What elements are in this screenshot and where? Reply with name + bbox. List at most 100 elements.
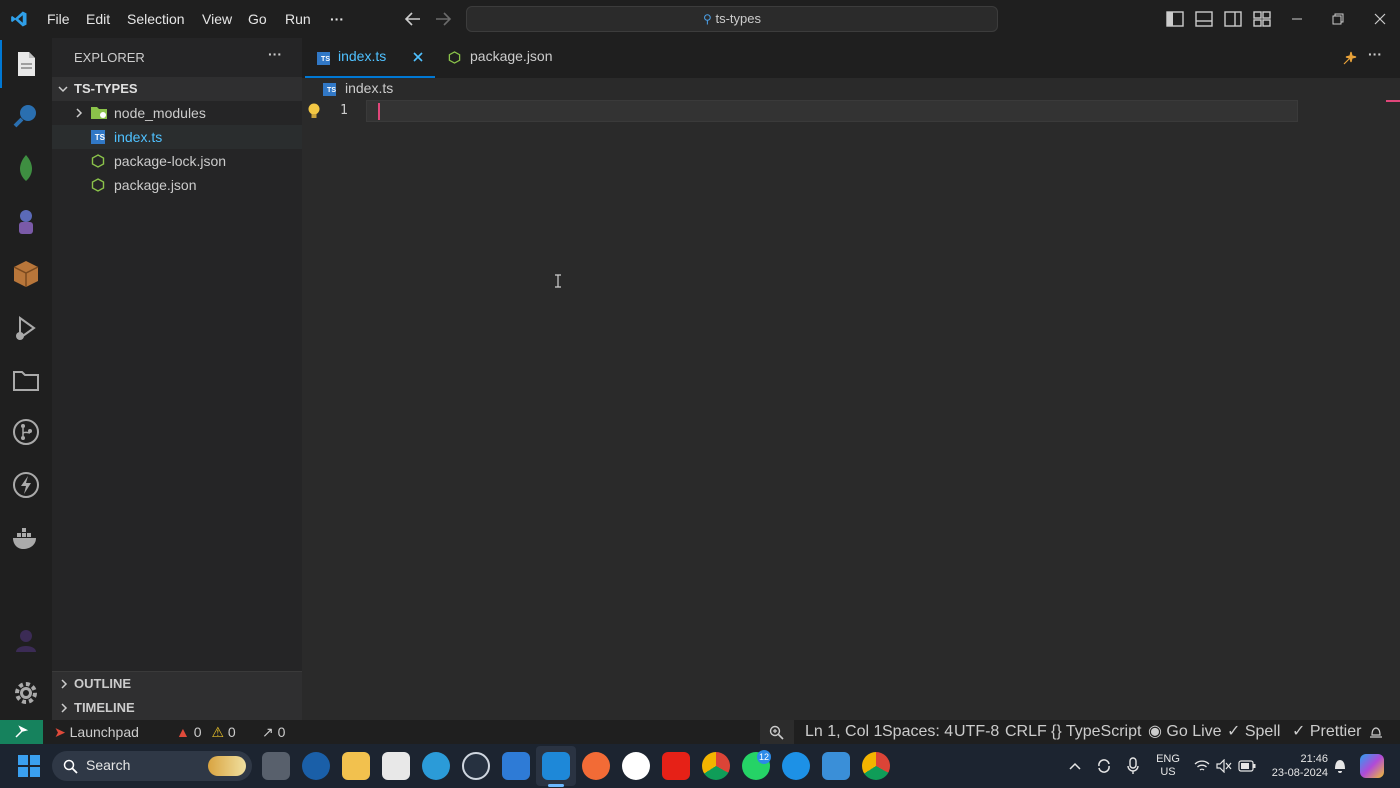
- node-folder-icon: [91, 107, 107, 119]
- copilot-sparkle-icon[interactable]: [1342, 50, 1358, 66]
- postman-icon[interactable]: [582, 752, 610, 780]
- indentation[interactable]: Spaces: 4: [882, 720, 953, 744]
- task-view-icon[interactable]: [262, 752, 290, 780]
- tab-label: index.ts: [338, 48, 387, 64]
- mongodb-leaf-icon[interactable]: [10, 152, 42, 184]
- language-bottom: US: [1160, 766, 1176, 778]
- dell-icon[interactable]: [462, 752, 490, 780]
- accounts-icon[interactable]: [10, 624, 42, 656]
- spell-item[interactable]: ✓ Spell: [1227, 720, 1280, 744]
- breadcrumb-file[interactable]: index.ts: [345, 80, 393, 96]
- clock[interactable]: 21:46 23-08-2024: [1266, 752, 1328, 780]
- chevron-up-icon[interactable]: [1068, 760, 1082, 772]
- customize-layout-icon[interactable]: [1253, 11, 1271, 27]
- notifications-icon[interactable]: [1369, 726, 1383, 739]
- settings-gear-icon[interactable]: [10, 677, 42, 709]
- antenna-icon: ↗: [262, 724, 274, 740]
- menu-run[interactable]: Run: [285, 0, 311, 38]
- whatsapp-badge: 12: [757, 750, 771, 764]
- menu-selection[interactable]: Selection: [127, 0, 185, 38]
- menu-file[interactable]: File: [47, 0, 70, 38]
- chrome-icon[interactable]: [702, 752, 730, 780]
- explorer-title: EXPLORER: [74, 50, 145, 65]
- prettier-item[interactable]: ✓ Prettier: [1292, 720, 1361, 744]
- explorer-more-button[interactable]: ···: [268, 46, 282, 62]
- remote-icon: [15, 725, 29, 738]
- copilot-taskbar-icon[interactable]: [1360, 754, 1384, 778]
- notification-bell-icon[interactable]: [1333, 758, 1347, 774]
- project-name: TS-TYPES: [74, 81, 138, 96]
- nodejs-hexagon-icon: [91, 154, 105, 168]
- warning-icon: ⚠: [211, 724, 224, 740]
- spell-label: Spell: [1244, 723, 1281, 740]
- toggle-primary-sidebar-icon[interactable]: [1166, 11, 1184, 27]
- wifi-icon[interactable]: [1194, 759, 1210, 773]
- thunder-client-icon[interactable]: [10, 469, 42, 501]
- command-center[interactable]: ⚲ ts-types: [466, 6, 998, 32]
- menu-more[interactable]: ···: [330, 0, 344, 38]
- mongodb-compass-icon[interactable]: [622, 752, 650, 780]
- close-window-icon[interactable]: [1373, 12, 1387, 26]
- menu-go[interactable]: Go: [248, 0, 267, 38]
- zoom-item[interactable]: [760, 720, 794, 744]
- search-icon: ⚲: [703, 12, 712, 26]
- editor-area[interactable]: [302, 78, 1400, 720]
- volume-muted-icon[interactable]: [1216, 759, 1232, 773]
- encoding[interactable]: UTF-8: [954, 720, 999, 744]
- microsoft-store-icon[interactable]: [382, 752, 410, 780]
- windows-start-icon[interactable]: [18, 755, 40, 777]
- search-highlight-icon: [208, 756, 246, 776]
- check-icon: ✓: [1292, 723, 1306, 740]
- taskbar-search-label: Search: [86, 757, 131, 773]
- extension-character-icon[interactable]: [10, 206, 42, 238]
- vscode-logo-icon: [11, 11, 27, 27]
- battery-icon[interactable]: [1238, 760, 1256, 772]
- ports-item[interactable]: ↗ 0: [262, 720, 285, 744]
- sync-icon[interactable]: [1096, 757, 1112, 775]
- forward-arrow-icon[interactable]: [434, 11, 452, 27]
- tree-item-label: index.ts: [114, 129, 163, 145]
- problems-item[interactable]: ▲ 0 ⚠ 0: [176, 720, 236, 744]
- vscode-taskbar-icon[interactable]: [542, 752, 570, 780]
- edge-icon[interactable]: [422, 752, 450, 780]
- typescript-file-icon: TS: [317, 52, 330, 65]
- search-sidebar-icon[interactable]: [10, 100, 42, 132]
- package-box-icon[interactable]: [10, 258, 42, 290]
- toggle-panel-icon[interactable]: [1195, 11, 1213, 27]
- launchpad-item[interactable]: ➤ Launchpad: [54, 720, 139, 744]
- menu-edit[interactable]: Edit: [86, 0, 110, 38]
- folder-manager-icon[interactable]: [10, 364, 42, 396]
- docker-icon[interactable]: [10, 522, 42, 554]
- chevron-right-icon: [61, 679, 68, 689]
- lightbulb-icon[interactable]: [306, 102, 322, 120]
- file-explorer-icon[interactable]: [342, 752, 370, 780]
- source-control-icon[interactable]: [10, 416, 42, 448]
- remote-indicator[interactable]: [0, 720, 43, 744]
- close-tab-icon[interactable]: [412, 51, 424, 63]
- run-debug-icon[interactable]: [10, 312, 42, 344]
- running-indicator: [548, 784, 564, 787]
- todo-icon[interactable]: [502, 752, 530, 780]
- minimize-icon[interactable]: [1290, 12, 1304, 26]
- language-mode[interactable]: {} TypeScript: [1051, 720, 1141, 744]
- cursor-position[interactable]: Ln 1, Col 1: [805, 720, 882, 744]
- browser-app-icon[interactable]: [302, 752, 330, 780]
- toggle-secondary-sidebar-icon[interactable]: [1224, 11, 1242, 27]
- back-arrow-icon[interactable]: [404, 11, 422, 27]
- docker-desktop-icon[interactable]: [782, 752, 810, 780]
- menu-view[interactable]: View: [202, 0, 232, 38]
- explorer-icon[interactable]: [10, 48, 42, 80]
- microphone-icon[interactable]: [1126, 757, 1140, 775]
- language-indicator[interactable]: ENG US: [1156, 753, 1180, 779]
- line-ending[interactable]: CRLF: [1005, 720, 1047, 744]
- chrome-profile-icon[interactable]: [862, 752, 890, 780]
- error-icon: ▲: [176, 724, 190, 740]
- restore-icon[interactable]: [1331, 12, 1345, 26]
- tree-item-index-ts[interactable]: [52, 125, 302, 149]
- youtube-icon[interactable]: [662, 752, 690, 780]
- notepad-icon[interactable]: [822, 752, 850, 780]
- language-label: TypeScript: [1065, 723, 1142, 740]
- go-live-item[interactable]: ◉ Go Live: [1148, 720, 1222, 744]
- chevron-down-icon: [58, 86, 68, 93]
- editor-more-button[interactable]: ···: [1368, 46, 1382, 62]
